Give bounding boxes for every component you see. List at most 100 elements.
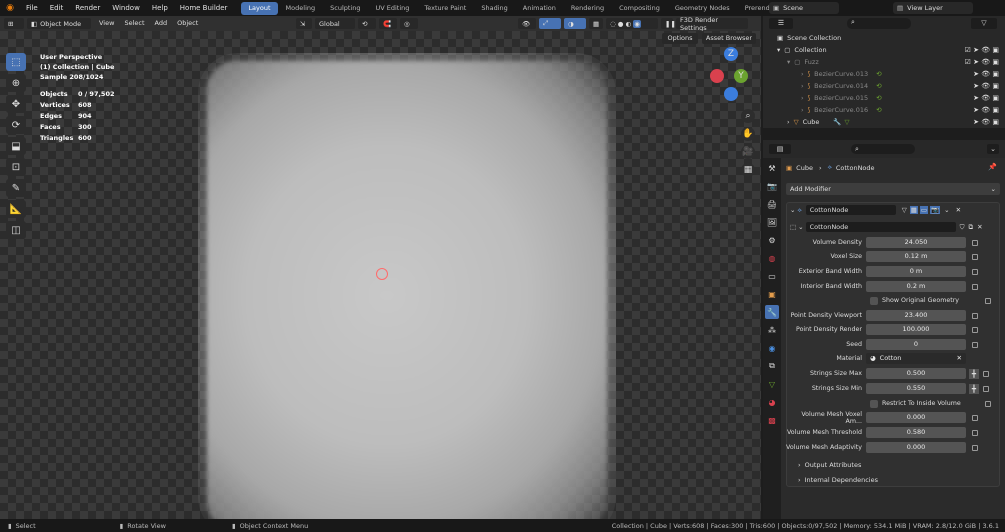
duplicate-icon[interactable]: ⧉ xyxy=(968,223,973,232)
properties-editor-type-icon[interactable]: ▤ xyxy=(769,144,791,154)
expand-chevron-icon[interactable]: › xyxy=(787,118,790,126)
zoom-icon[interactable]: ⌕ xyxy=(741,109,755,123)
field-value[interactable]: 24.050 xyxy=(866,237,966,248)
physics-tab-icon[interactable]: ◉ xyxy=(765,341,779,355)
view-layer-selector[interactable]: ▤ View Layer xyxy=(893,2,973,14)
outliner-row-fuzz[interactable]: ▾ ▢ Fuzz ☑ ➤ 👁 ▣ xyxy=(763,56,1005,68)
viewport-toggle-icon[interactable]: ▭ xyxy=(919,206,929,214)
filter-icon[interactable]: ▽ xyxy=(971,18,997,29)
tab-uv-editing[interactable]: UV Editing xyxy=(368,2,416,15)
xray-icon[interactable]: ▦ xyxy=(589,18,603,29)
outliner-row-curve[interactable]: › ⟆ BezierCurve.014 ⟲ ➤ 👁 ▣ xyxy=(763,80,1005,92)
keyframe-dot-icon[interactable] xyxy=(983,370,989,377)
keyframe-dot-icon[interactable] xyxy=(983,385,989,392)
rendered-shading-icon[interactable]: ◉ xyxy=(633,19,641,28)
pin-icon[interactable]: 📌 xyxy=(988,163,997,171)
render-settings-button[interactable]: F3D Render Settings xyxy=(676,16,748,32)
restrict-inside-row[interactable]: Restrict To Inside Volume xyxy=(786,397,999,410)
modifier-tab-icon[interactable]: 🔧 xyxy=(765,305,779,319)
visibility-icon[interactable]: 👁 xyxy=(518,18,536,29)
expand-chevron-icon[interactable]: › xyxy=(801,82,804,90)
collection-tab-icon[interactable]: ▭ xyxy=(765,269,779,283)
modifier-menu-icon[interactable]: ⌄ xyxy=(944,206,949,214)
cage-toggle-icon[interactable]: ▦ xyxy=(909,206,918,214)
collection-visibility-icons[interactable]: ☑ ➤ 👁 ▣ xyxy=(965,46,999,54)
clear-icon[interactable]: ✕ xyxy=(957,353,962,364)
outliner-row-curve[interactable]: › ⟆ BezierCurve.016 ⟲ ➤ 👁 ▣ xyxy=(763,104,1005,116)
3d-viewport[interactable]: User Perspective (1) Collection | Cube S… xyxy=(0,31,761,519)
show-original-geometry-row[interactable]: Show Original Geometry xyxy=(786,294,999,307)
render-tab-icon[interactable]: 📷 xyxy=(765,179,779,193)
shading-buttons[interactable]: ◌ ● ◐ ◉ xyxy=(606,18,658,29)
node-group-field[interactable]: CottonNode xyxy=(805,222,956,232)
pivot-icon[interactable]: ⟲ xyxy=(358,18,376,29)
menu-object[interactable]: Object xyxy=(172,18,203,29)
collapse-chevron-icon[interactable]: ⌄ xyxy=(790,206,795,214)
tab-modeling[interactable]: Modeling xyxy=(279,2,323,15)
outliner-row-curve[interactable]: › ⟆ BezierCurve.015 ⟲ ➤ 👁 ▣ xyxy=(763,92,1005,104)
expand-chevron-icon[interactable]: › xyxy=(801,94,804,102)
edit-mode-toggle-icon[interactable]: ▽ xyxy=(902,206,907,214)
internal-dependencies-panel[interactable]: › Internal Dependencies xyxy=(798,476,878,484)
asset-browser-button[interactable]: Asset Browser xyxy=(702,33,756,44)
field-value[interactable]: 0.000 xyxy=(866,412,966,423)
expand-chevron-icon[interactable]: › xyxy=(801,70,804,78)
menu-edit[interactable]: Edit xyxy=(44,0,70,16)
scene-tab-icon[interactable]: ⚙ xyxy=(765,233,779,247)
tab-texture-paint[interactable]: Texture Paint xyxy=(417,2,473,15)
texture-tab-icon[interactable]: ▩ xyxy=(765,413,779,427)
node-tree-icon[interactable]: ⬚ xyxy=(790,223,796,231)
overlay-toggle-icon[interactable]: ◑ xyxy=(564,18,586,29)
curve-visibility-icons[interactable]: ➤ 👁 ▣ xyxy=(973,106,999,114)
menu-select[interactable]: Select xyxy=(119,18,149,29)
fuzz-visibility-icons[interactable]: ☑ ➤ 👁 ▣ xyxy=(965,58,999,66)
keyframe-dot-icon[interactable] xyxy=(972,283,978,290)
eyedropper-icon[interactable]: ╋ xyxy=(969,383,979,394)
expand-chevron-icon[interactable]: ▾ xyxy=(787,58,790,66)
perspective-toggle-icon[interactable]: ▦ xyxy=(741,163,755,177)
keyframe-dot-icon[interactable] xyxy=(972,253,978,260)
outliner-row-collection[interactable]: ▾ ▢ Collection ☑ ➤ 👁 ▣ xyxy=(763,44,1005,56)
transform-orientation-dropdown[interactable]: Global xyxy=(315,18,355,29)
add-modifier-dropdown[interactable]: Add Modifier ⌄ xyxy=(786,183,1000,195)
transform-tool-icon[interactable]: ⊡ xyxy=(6,158,26,176)
field-value[interactable]: 0 xyxy=(866,339,966,350)
curve-visibility-icons[interactable]: ➤ 👁 ▣ xyxy=(973,70,999,78)
modifier-name-field[interactable]: CottonNode xyxy=(805,205,896,215)
3d-cursor-icon[interactable] xyxy=(376,268,388,280)
editor-type-button[interactable]: ⊞ xyxy=(4,18,24,29)
unlink-icon[interactable]: ✕ xyxy=(977,223,982,231)
select-box-tool-icon[interactable]: ⬚ xyxy=(6,53,26,71)
curve-visibility-icons[interactable]: ➤ 👁 ▣ xyxy=(973,82,999,90)
field-value[interactable]: 0.550 xyxy=(866,383,966,394)
outliner-search-input[interactable]: ⌕ xyxy=(847,18,911,29)
pan-hand-icon[interactable]: ✋ xyxy=(741,127,755,141)
tool-tab-icon[interactable]: ⚒ xyxy=(765,161,779,175)
expand-chevron-icon[interactable]: › xyxy=(801,106,804,114)
world-tab-icon[interactable]: ◍ xyxy=(765,251,779,265)
cursor-tool-icon[interactable]: ⊕ xyxy=(6,74,26,92)
chevron-down-icon[interactable]: ⌄ xyxy=(798,223,803,231)
keyframe-dot-icon[interactable] xyxy=(985,400,991,407)
material-tab-icon[interactable]: ◕ xyxy=(765,395,779,409)
properties-search-input[interactable]: ⌕ xyxy=(851,144,915,154)
menu-render[interactable]: Render xyxy=(69,0,106,16)
outliner-row-scene-collection[interactable]: ▣ Scene Collection xyxy=(763,32,1005,44)
tab-shading[interactable]: Shading xyxy=(474,2,514,15)
tab-animation[interactable]: Animation xyxy=(516,2,563,15)
rotate-tool-icon[interactable]: ⟳ xyxy=(6,116,26,134)
keyframe-dot-icon[interactable] xyxy=(972,268,978,275)
menu-window[interactable]: Window xyxy=(106,0,146,16)
expand-icon[interactable]: ⌄ xyxy=(987,144,999,154)
pause-render-icon[interactable]: ❚❚ xyxy=(661,18,676,29)
options-button[interactable]: Options xyxy=(662,33,698,44)
menu-view[interactable]: View xyxy=(94,18,119,29)
restrict-inside-checkbox[interactable] xyxy=(870,399,878,408)
expand-chevron-icon[interactable]: ▾ xyxy=(777,46,780,54)
fake-user-shield-icon[interactable]: ⛉ xyxy=(960,223,965,232)
field-value[interactable]: 100.000 xyxy=(866,324,966,335)
output-attributes-panel[interactable]: › Output Attributes xyxy=(798,461,861,469)
wireframe-shading-icon[interactable]: ◌ xyxy=(610,20,616,28)
scale-tool-icon[interactable]: ⬓ xyxy=(6,137,26,155)
keyframe-dot-icon[interactable] xyxy=(972,429,978,436)
